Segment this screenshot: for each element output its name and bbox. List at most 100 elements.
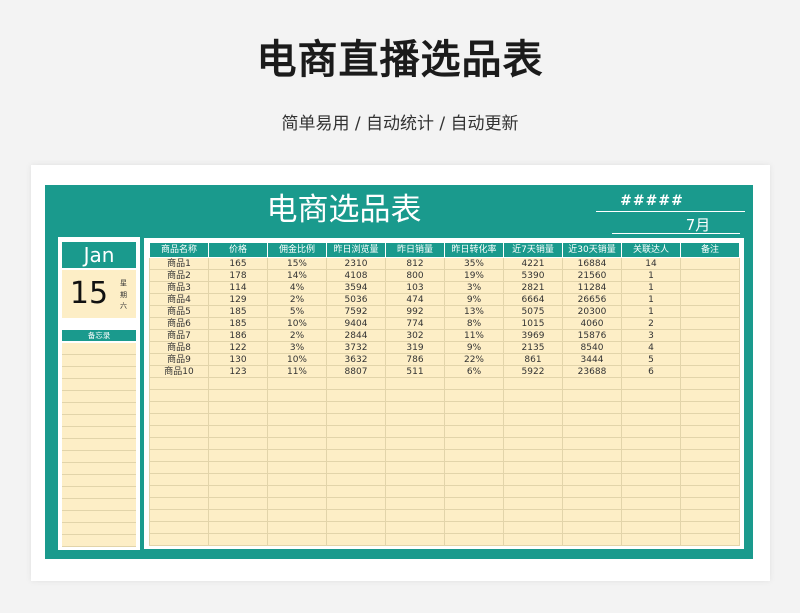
price-cell[interactable]: 114 — [208, 281, 268, 294]
price-cell[interactable]: 129 — [208, 293, 268, 306]
conversion-yesterday-cell[interactable] — [444, 473, 504, 486]
price-cell[interactable]: 130 — [208, 353, 268, 366]
conversion-yesterday-cell[interactable]: 9% — [444, 293, 504, 306]
product-name-cell[interactable] — [149, 509, 209, 522]
price-cell[interactable] — [208, 449, 268, 462]
views-yesterday-cell[interactable]: 7592 — [326, 305, 386, 318]
product-name-cell[interactable] — [149, 437, 209, 450]
commission-rate-cell[interactable] — [267, 401, 327, 414]
memo-line[interactable] — [62, 487, 136, 499]
sales-7d-cell[interactable]: 2135 — [503, 341, 563, 354]
commission-rate-cell[interactable] — [267, 485, 327, 498]
views-yesterday-cell[interactable] — [326, 497, 386, 510]
linked-influencers-cell[interactable] — [621, 521, 681, 534]
notes-cell[interactable] — [680, 353, 740, 366]
linked-influencers-cell[interactable]: 6 — [621, 365, 681, 378]
commission-rate-cell[interactable]: 3% — [267, 341, 327, 354]
views-yesterday-cell[interactable]: 8807 — [326, 365, 386, 378]
sales-30d-cell[interactable]: 8540 — [562, 341, 622, 354]
product-name-cell[interactable]: 商品7 — [149, 329, 209, 342]
month-cell[interactable]: 7月 — [658, 216, 738, 234]
sales-30d-cell[interactable] — [562, 461, 622, 474]
price-cell[interactable]: 122 — [208, 341, 268, 354]
sales-yesterday-cell[interactable] — [385, 389, 445, 402]
price-cell[interactable] — [208, 533, 268, 546]
price-cell[interactable] — [208, 473, 268, 486]
sales-7d-cell[interactable] — [503, 425, 563, 438]
linked-influencers-cell[interactable]: 1 — [621, 269, 681, 282]
commission-rate-cell[interactable] — [267, 533, 327, 546]
conversion-yesterday-cell[interactable] — [444, 401, 504, 414]
product-name-cell[interactable]: 商品8 — [149, 341, 209, 354]
sales-7d-cell[interactable]: 2821 — [503, 281, 563, 294]
memo-line[interactable] — [62, 535, 136, 547]
sales-7d-cell[interactable] — [503, 377, 563, 390]
linked-influencers-cell[interactable]: 1 — [621, 293, 681, 306]
commission-rate-cell[interactable]: 5% — [267, 305, 327, 318]
sales-7d-cell[interactable] — [503, 437, 563, 450]
sales-30d-cell[interactable]: 3444 — [562, 353, 622, 366]
product-name-cell[interactable] — [149, 485, 209, 498]
sales-7d-cell[interactable] — [503, 449, 563, 462]
commission-rate-cell[interactable]: 10% — [267, 353, 327, 366]
conversion-yesterday-cell[interactable] — [444, 437, 504, 450]
sales-7d-cell[interactable]: 1015 — [503, 317, 563, 330]
linked-influencers-cell[interactable] — [621, 533, 681, 546]
sales-yesterday-cell[interactable]: 103 — [385, 281, 445, 294]
product-name-cell[interactable] — [149, 425, 209, 438]
notes-cell[interactable] — [680, 389, 740, 402]
notes-cell[interactable] — [680, 449, 740, 462]
sales-yesterday-cell[interactable] — [385, 473, 445, 486]
sales-7d-cell[interactable] — [503, 533, 563, 546]
price-cell[interactable]: 185 — [208, 317, 268, 330]
conversion-yesterday-cell[interactable]: 19% — [444, 269, 504, 282]
linked-influencers-cell[interactable]: 4 — [621, 341, 681, 354]
sales-yesterday-cell[interactable] — [385, 449, 445, 462]
linked-influencers-cell[interactable] — [621, 389, 681, 402]
sales-30d-cell[interactable]: 4060 — [562, 317, 622, 330]
conversion-yesterday-cell[interactable] — [444, 449, 504, 462]
sales-7d-cell[interactable]: 6664 — [503, 293, 563, 306]
views-yesterday-cell[interactable] — [326, 401, 386, 414]
notes-cell[interactable] — [680, 365, 740, 378]
views-yesterday-cell[interactable]: 3632 — [326, 353, 386, 366]
product-name-cell[interactable] — [149, 377, 209, 390]
price-cell[interactable] — [208, 401, 268, 414]
memo-line[interactable] — [62, 427, 136, 439]
memo-line[interactable] — [62, 523, 136, 535]
product-name-cell[interactable] — [149, 533, 209, 546]
product-name-cell[interactable] — [149, 473, 209, 486]
conversion-yesterday-cell[interactable]: 3% — [444, 281, 504, 294]
sales-yesterday-cell[interactable] — [385, 401, 445, 414]
sales-yesterday-cell[interactable]: 319 — [385, 341, 445, 354]
views-yesterday-cell[interactable] — [326, 533, 386, 546]
commission-rate-cell[interactable]: 11% — [267, 365, 327, 378]
product-name-cell[interactable]: 商品5 — [149, 305, 209, 318]
memo-line[interactable] — [62, 343, 136, 355]
notes-cell[interactable] — [680, 485, 740, 498]
product-name-cell[interactable]: 商品2 — [149, 269, 209, 282]
sales-7d-cell[interactable]: 5390 — [503, 269, 563, 282]
sales-30d-cell[interactable] — [562, 473, 622, 486]
linked-influencers-cell[interactable]: 5 — [621, 353, 681, 366]
sales-30d-cell[interactable] — [562, 533, 622, 546]
sales-30d-cell[interactable]: 16884 — [562, 257, 622, 270]
views-yesterday-cell[interactable]: 2310 — [326, 257, 386, 270]
commission-rate-cell[interactable]: 2% — [267, 293, 327, 306]
memo-line[interactable] — [62, 403, 136, 415]
notes-cell[interactable] — [680, 413, 740, 426]
views-yesterday-cell[interactable]: 2844 — [326, 329, 386, 342]
sales-30d-cell[interactable]: 15876 — [562, 329, 622, 342]
sales-7d-cell[interactable] — [503, 389, 563, 402]
sales-30d-cell[interactable] — [562, 497, 622, 510]
conversion-yesterday-cell[interactable] — [444, 461, 504, 474]
sales-yesterday-cell[interactable] — [385, 509, 445, 522]
sales-30d-cell[interactable] — [562, 437, 622, 450]
notes-cell[interactable] — [680, 509, 740, 522]
linked-influencers-cell[interactable] — [621, 497, 681, 510]
sales-7d-cell[interactable] — [503, 413, 563, 426]
product-name-cell[interactable] — [149, 461, 209, 474]
price-cell[interactable] — [208, 413, 268, 426]
commission-rate-cell[interactable] — [267, 461, 327, 474]
sales-30d-cell[interactable] — [562, 413, 622, 426]
